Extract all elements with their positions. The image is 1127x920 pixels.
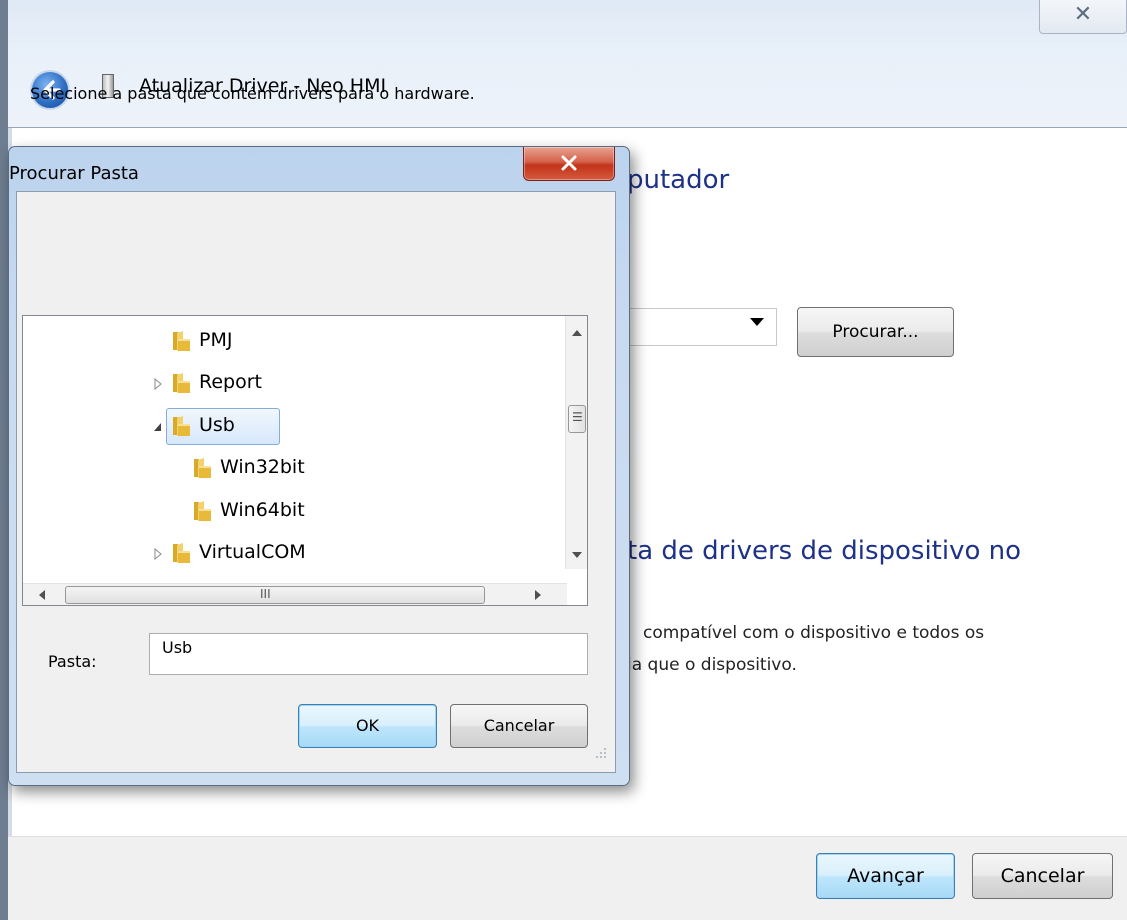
- dialog-instruction: Selecione a pasta que contém drivers par…: [30, 84, 475, 103]
- tree-item[interactable]: Win32bit: [168, 451, 468, 485]
- scroll-down-icon[interactable]: [572, 552, 582, 558]
- next-button[interactable]: Avançar: [816, 853, 955, 899]
- close-icon: ✕: [1073, 2, 1093, 27]
- option-description-line2: ia que o dispositivo.: [627, 655, 797, 675]
- ok-button[interactable]: OK: [298, 704, 437, 748]
- folder-icon: [194, 501, 211, 521]
- wizard-footer: [8, 836, 1127, 920]
- folder-path-combobox[interactable]: [627, 308, 777, 346]
- tree-item[interactable]: Usb: [147, 409, 447, 443]
- combobox-dropdown-icon[interactable]: [750, 318, 764, 326]
- dialog-cancel-button[interactable]: Cancelar: [450, 704, 588, 748]
- dialog-title: Procurar Pasta: [9, 163, 139, 184]
- expand-arrow-icon[interactable]: [153, 548, 163, 560]
- scroll-up-icon[interactable]: [572, 330, 582, 336]
- option-title[interactable]: ta de drivers de dispositivo no: [627, 536, 1021, 566]
- tree-item-label: Win64bit: [220, 499, 305, 521]
- horizontal-scrollbar[interactable]: III: [23, 583, 567, 605]
- scroll-grip-icon: III: [260, 587, 271, 601]
- tree-item[interactable]: Report: [147, 366, 447, 400]
- folder-icon: [173, 373, 190, 393]
- collapse-arrow-icon[interactable]: [153, 421, 163, 433]
- tree-item-label: VirtualCOM: [199, 541, 306, 563]
- horizontal-scroll-thumb[interactable]: III: [65, 586, 485, 604]
- tree-item[interactable]: VirtualCOM: [147, 536, 447, 570]
- resize-grip-icon[interactable]: [594, 746, 608, 762]
- folder-icon: [194, 458, 211, 478]
- scroll-right-icon[interactable]: [535, 590, 541, 600]
- tree-item-label: Report: [199, 371, 262, 393]
- window-edge: [0, 0, 8, 920]
- scroll-grip-icon: ☰: [572, 410, 583, 424]
- wizard-title-area: [0, 0, 1127, 128]
- tree-item-label: Win32bit: [220, 456, 305, 478]
- tree-item[interactable]: Win64bit: [168, 494, 468, 528]
- wizard-divider: [8, 127, 1127, 128]
- tree-item-label: PMJ: [199, 329, 233, 351]
- folder-tree[interactable]: PMJ Report Usb Win32bit Win64bit VirtualCOM ☰…: [22, 315, 588, 606]
- tree-item-label: Usb: [199, 414, 235, 436]
- vertical-scrollbar[interactable]: ☰: [565, 316, 587, 569]
- tree-item[interactable]: PMJ: [147, 324, 447, 358]
- browse-button[interactable]: Procurar...: [797, 307, 954, 357]
- folder-icon: [173, 416, 190, 436]
- dialog-close-button[interactable]: [523, 147, 615, 181]
- wizard-heading: putador: [627, 165, 730, 195]
- wizard-close-button[interactable]: ✕: [1039, 0, 1127, 34]
- cancel-button[interactable]: Cancelar: [972, 853, 1113, 899]
- close-icon: [561, 155, 577, 171]
- folder-field-label: Pasta:: [48, 652, 97, 671]
- scroll-left-icon[interactable]: [39, 590, 45, 600]
- vertical-scroll-thumb[interactable]: ☰: [568, 405, 586, 433]
- option-description-line1: compatível com o dispositivo e todos os: [643, 623, 985, 643]
- folder-icon: [173, 331, 190, 351]
- folder-input[interactable]: [149, 633, 588, 675]
- folder-icon: [173, 543, 190, 563]
- expand-arrow-icon[interactable]: [153, 378, 163, 390]
